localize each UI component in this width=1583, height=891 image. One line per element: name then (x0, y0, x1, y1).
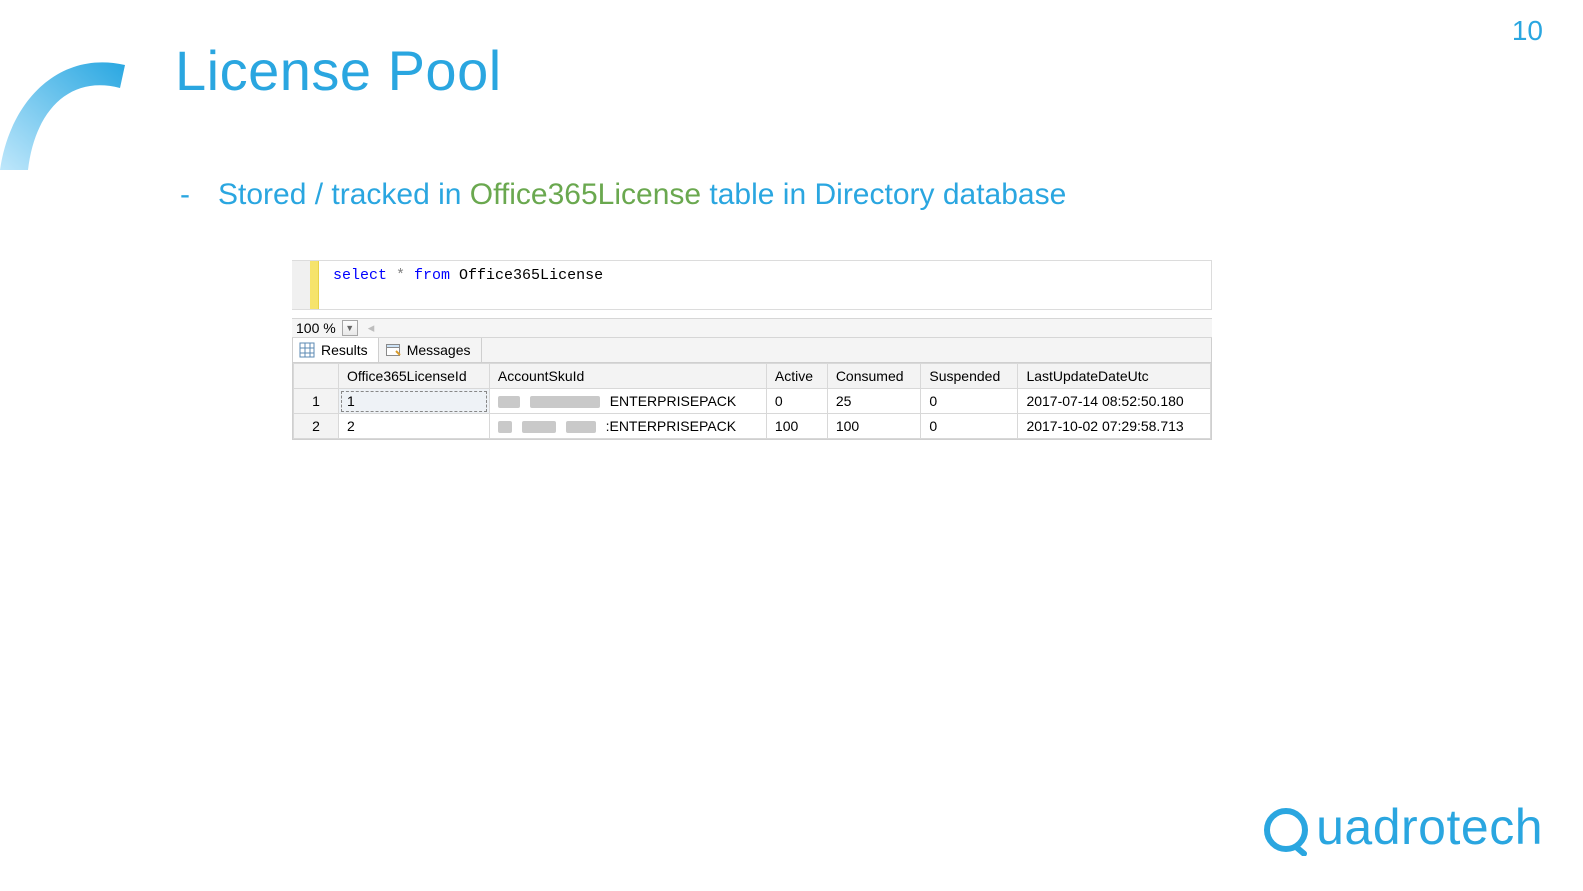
redacted-chip (498, 396, 520, 408)
cell-active[interactable]: 100 (766, 414, 827, 439)
query-text[interactable]: select * from Office365License (333, 261, 1211, 309)
cell-licenseid[interactable]: 2 (339, 414, 490, 439)
bullet-text: Stored / tracked in Office365License tab… (218, 178, 1066, 212)
swoosh-graphic (0, 30, 160, 170)
table-row[interactable]: 1 1 ENTERPRISEPACK 0 25 0 2017-07-14 08:… (294, 389, 1211, 414)
bullet-dash: - (180, 178, 190, 212)
cell-suspended[interactable]: 0 (921, 414, 1018, 439)
results-grid[interactable]: Office365LicenseId AccountSkuId Active C… (293, 363, 1211, 439)
corner-cell (294, 364, 339, 389)
tab-messages[interactable]: Messages (379, 338, 482, 362)
zoom-row: 100 % ▼ ◂ (292, 318, 1212, 338)
cell-suspended[interactable]: 0 (921, 389, 1018, 414)
redacted-chip (530, 396, 600, 408)
query-change-marker (310, 261, 319, 309)
table-header-row: Office365LicenseId AccountSkuId Active C… (294, 364, 1211, 389)
tab-messages-label: Messages (407, 342, 471, 358)
zoom-value[interactable]: 100 % (294, 320, 338, 336)
slide-title: License Pool (175, 38, 502, 103)
obj-table: Office365License (450, 267, 603, 284)
cell-lastupdate[interactable]: 2017-10-02 07:29:58.713 (1018, 414, 1211, 439)
cell-accountskuid-suffix: :ENTERPRISEPACK (606, 418, 736, 434)
row-header[interactable]: 1 (294, 389, 339, 414)
tab-results[interactable]: Results (293, 338, 379, 362)
brand-logo: uadrotech (1262, 798, 1543, 856)
results-grid-wrap: Office365LicenseId AccountSkuId Active C… (292, 363, 1212, 440)
grid-icon (299, 342, 315, 358)
bullet-post: table in Directory database (701, 178, 1066, 211)
results-tabs: Results Messages (292, 338, 1212, 363)
col-lastupdatedateutc[interactable]: LastUpdateDateUtc (1018, 364, 1211, 389)
row-header[interactable]: 2 (294, 414, 339, 439)
bullet-row: - Stored / tracked in Office365License t… (180, 178, 1066, 212)
messages-icon (385, 342, 401, 358)
cell-accountskuid-suffix: ENTERPRISEPACK (610, 393, 737, 409)
query-editor[interactable]: select * from Office365License (292, 260, 1212, 310)
tab-results-label: Results (321, 342, 368, 358)
cell-accountskuid[interactable]: :ENTERPRISEPACK (489, 414, 766, 439)
kw-select: select (333, 267, 387, 284)
col-active[interactable]: Active (766, 364, 827, 389)
redacted-chip (566, 421, 596, 433)
page-number: 10 (1512, 15, 1543, 47)
brand-text: uadrotech (1316, 798, 1543, 856)
zoom-left-arrow-icon[interactable]: ◂ (362, 320, 375, 336)
brand-q-icon (1262, 804, 1314, 856)
cell-consumed[interactable]: 100 (827, 414, 921, 439)
table-row[interactable]: 2 2 :ENTERPRISEPACK 100 100 0 2017-10-02… (294, 414, 1211, 439)
cell-lastupdate[interactable]: 2017-07-14 08:52:50.180 (1018, 389, 1211, 414)
kw-from: from (414, 267, 450, 284)
zoom-dropdown[interactable]: ▼ (342, 320, 358, 336)
cell-active[interactable]: 0 (766, 389, 827, 414)
op-star: * (387, 267, 414, 284)
col-office365licenseid[interactable]: Office365LicenseId (339, 364, 490, 389)
col-suspended[interactable]: Suspended (921, 364, 1018, 389)
cell-licenseid[interactable]: 1 (339, 389, 490, 414)
redacted-chip (498, 421, 512, 433)
redacted-chip (522, 421, 556, 433)
bullet-em: Office365License (470, 178, 701, 211)
cell-consumed[interactable]: 25 (827, 389, 921, 414)
col-consumed[interactable]: Consumed (827, 364, 921, 389)
col-accountskuid[interactable]: AccountSkuId (489, 364, 766, 389)
cell-accountskuid[interactable]: ENTERPRISEPACK (489, 389, 766, 414)
bullet-pre: Stored / tracked in (218, 178, 470, 211)
query-gutter (292, 261, 310, 309)
ssms-panel: select * from Office365License 100 % ▼ ◂… (292, 260, 1212, 440)
